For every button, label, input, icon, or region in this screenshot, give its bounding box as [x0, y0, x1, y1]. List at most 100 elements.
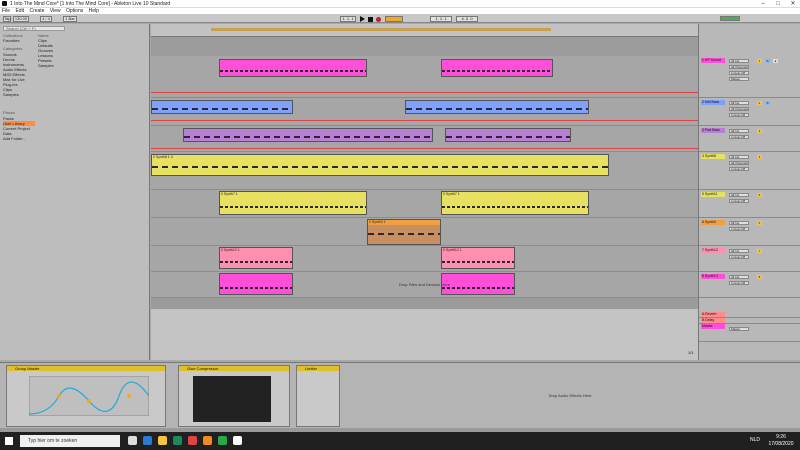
input-channel-select[interactable]: All Channels	[729, 107, 749, 111]
position-field[interactable]: 1. 1. 1	[340, 15, 356, 22]
track-name[interactable]: 2 Mid Bass	[701, 100, 725, 105]
clip[interactable]	[183, 128, 433, 142]
monitor-select[interactable]: In Auto Off	[729, 167, 749, 171]
lane-hp-sound[interactable]	[151, 56, 698, 98]
lane-pad-bass[interactable]	[151, 126, 698, 152]
category-samples[interactable]: Samples	[3, 92, 35, 97]
language-indicator[interactable]: NLD	[750, 437, 760, 443]
output-select[interactable]: Master	[729, 77, 749, 81]
monitor-select[interactable]: In Auto Off	[729, 199, 749, 203]
loop-brace[interactable]	[211, 28, 551, 31]
track-header-6[interactable]: 6 Synth3 All Ins In Auto Off 6	[699, 218, 800, 246]
monitor-select[interactable]: In Auto Off	[729, 281, 749, 285]
lane-mid-bass[interactable]	[151, 98, 698, 126]
edge-icon[interactable]	[143, 436, 152, 445]
clip[interactable]: 0 Synth7 1	[219, 191, 367, 215]
clip[interactable]: 0 Synth8 1 4	[151, 154, 609, 176]
input-channel-select[interactable]: All Channels	[729, 65, 749, 69]
track-activator[interactable]: 7	[757, 249, 762, 253]
track-activator[interactable]: 4	[757, 155, 762, 159]
track-name[interactable]: 8 Synth13	[701, 274, 725, 279]
loop-length-field[interactable]: 4. 0. 0	[456, 15, 478, 22]
arm-button[interactable]: ●	[773, 59, 778, 63]
lane-synth12[interactable]: 0 Synth12 1 0 Synth12 1	[151, 246, 698, 272]
clip[interactable]	[151, 100, 293, 114]
monitor-select[interactable]: In Auto Off	[729, 71, 749, 75]
track-name[interactable]: 4 Synth8	[701, 154, 725, 159]
play-icon[interactable]	[360, 16, 365, 22]
track-header-2[interactable]: 2 Mid Bass All Ins All Channels In Auto …	[699, 98, 800, 126]
track-name[interactable]: 5 Synth11	[701, 192, 725, 197]
master-output-select[interactable]: Master	[729, 327, 749, 331]
monitor-select[interactable]: In Auto Off	[729, 113, 749, 117]
loop-start-field[interactable]: 1. 1. 1	[430, 15, 452, 22]
arrangement-view[interactable]: 0 Synth8 1 4 0 Synth7 1 0 Synth7 1 0 Syn…	[151, 24, 698, 360]
eq-device[interactable]: Group Master	[6, 365, 166, 427]
input-type-select[interactable]: All Ins	[729, 221, 749, 225]
track-activator[interactable]: 2	[757, 101, 762, 105]
track-header-7[interactable]: 7 Synth12 All Ins In Auto Off 7	[699, 246, 800, 272]
time-signature[interactable]: 4 / 4	[40, 15, 52, 22]
clock-time[interactable]: 9:26	[767, 434, 795, 440]
track-header-8[interactable]: 8 Synth13 All Ins In Auto Off 8	[699, 272, 800, 298]
task-view-icon[interactable]	[128, 436, 137, 445]
solo-button[interactable]: S	[765, 101, 770, 105]
track-name[interactable]: 1 HP Sound	[701, 58, 725, 63]
record-icon[interactable]	[376, 16, 381, 22]
clip[interactable]: 0 Synth7 1	[441, 191, 589, 215]
tap-button[interactable]: Tap	[3, 15, 11, 22]
ableton-taskbar-icon[interactable]	[233, 436, 242, 445]
app-icon[interactable]	[188, 436, 197, 445]
stop-icon[interactable]	[368, 16, 373, 22]
track-name[interactable]: A Reverb	[701, 312, 725, 317]
clip[interactable]: 0 Synth3 1	[367, 219, 441, 245]
folder-samples[interactable]: Samples	[38, 63, 138, 68]
clip[interactable]: 0 Synth12 1	[441, 247, 515, 269]
track-name[interactable]: Master	[701, 324, 725, 329]
track-header-3[interactable]: 3 Pad Bass All Ins In Auto Off 3	[699, 126, 800, 152]
track-name[interactable]: B Delay	[701, 318, 725, 323]
track-activator[interactable]: 3	[757, 129, 762, 133]
clip[interactable]	[441, 59, 553, 77]
timeline-ruler[interactable]	[151, 24, 698, 37]
firefox-icon[interactable]	[203, 436, 212, 445]
taskbar-search-input[interactable]: Typ hier om te zoeken	[20, 435, 120, 447]
track-name[interactable]: 6 Synth3	[701, 220, 725, 225]
collection-favorites[interactable]: Favorites	[3, 38, 35, 43]
track-activator[interactable]: 1	[757, 59, 762, 63]
input-type-select[interactable]: All Ins	[729, 59, 749, 63]
track-header-1[interactable]: 1 HP Sound All Ins All Channels In Auto …	[699, 56, 800, 98]
input-type-select[interactable]: All Ins	[729, 101, 749, 105]
track-activator[interactable]: 5	[757, 193, 762, 197]
input-channel-select[interactable]: All Channels	[729, 161, 749, 165]
lane-synth11[interactable]: 0 Synth7 1 0 Synth7 1	[151, 190, 698, 218]
close-icon[interactable]: ✕	[786, 0, 800, 8]
clip[interactable]	[405, 100, 589, 114]
track-activator[interactable]: 8	[757, 275, 762, 279]
limiter-device[interactable]: Limiter	[296, 365, 340, 427]
track-activator[interactable]: 6	[757, 221, 762, 225]
clip[interactable]	[219, 59, 367, 77]
clip[interactable]	[445, 128, 571, 142]
clock-date[interactable]: 17/08/2020	[767, 441, 795, 447]
maximize-icon[interactable]: □	[771, 0, 785, 8]
input-type-select[interactable]: All Ins	[729, 249, 749, 253]
input-type-select[interactable]: All Ins	[729, 193, 749, 197]
monitor-select[interactable]: In Auto Off	[729, 227, 749, 231]
minimize-icon[interactable]: –	[756, 0, 770, 8]
store-icon[interactable]	[173, 436, 182, 445]
input-type-select[interactable]: All Ins	[729, 275, 749, 279]
monitor-select[interactable]: In Auto Off	[729, 135, 749, 139]
browser-search-input[interactable]: Search (Ctrl + F)	[3, 26, 65, 31]
lane-synth3[interactable]: 0 Synth3 1	[151, 218, 698, 246]
track-name[interactable]: 3 Pad Bass	[701, 128, 725, 133]
automation-arm-icon[interactable]	[385, 16, 403, 22]
solo-button[interactable]: S	[765, 59, 770, 63]
place-add-folder[interactable]: Add Folder...	[3, 136, 35, 141]
track-header-4[interactable]: 4 Synth8 All Ins All Channels In Auto Of…	[699, 152, 800, 190]
master-header[interactable]: Master Master	[699, 324, 800, 342]
monitor-select[interactable]: In Auto Off	[729, 255, 749, 259]
eq-curve-display[interactable]	[29, 376, 149, 416]
compressor-device[interactable]: Glue Compressor	[178, 365, 290, 427]
input-type-select[interactable]: All Ins	[729, 129, 749, 133]
